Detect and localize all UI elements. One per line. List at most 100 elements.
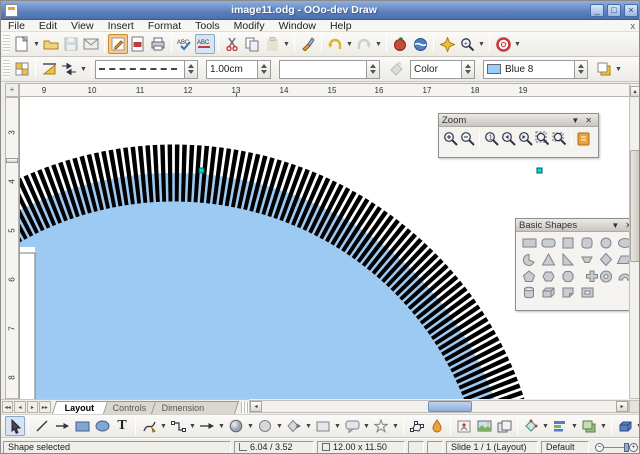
line-color-stepper[interactable] [367,60,380,79]
zoom-panel-titlebar[interactable]: Zoom ▼ ✕ [439,114,598,127]
3d-objects-dropdown-icon[interactable]: ▼ [246,416,255,436]
stars-dropdown-icon[interactable]: ▼ [391,416,400,436]
edit-file-icon[interactable] [108,34,128,54]
line-width-stepper[interactable] [258,60,271,79]
toolbar-options-icon[interactable]: ▼ [513,34,522,54]
fill-color-select[interactable]: Blue 8 [483,60,575,79]
glue-points-icon[interactable] [427,416,447,436]
flowchart-icon[interactable] [313,416,333,436]
line-arrow-end-icon[interactable] [52,416,72,436]
format-paintbrush-icon[interactable] [298,34,318,54]
copy-icon[interactable] [242,34,262,54]
line-width-input[interactable]: 1.00cm [206,60,258,79]
save-icon[interactable] [61,34,81,54]
from-file-icon[interactable] [474,416,494,436]
arrange-dropdown-icon[interactable]: ▼ [599,416,608,436]
selection-handle-right[interactable] [537,168,542,173]
title-bar[interactable]: image11.odg - OOo-dev Draw _ □ × [1,1,640,20]
arrow-style-dropdown-icon[interactable]: ▼ [79,59,88,79]
menu-edit[interactable]: Edit [32,20,64,32]
menu-help[interactable]: Help [323,20,359,32]
symbol-shapes-dropdown-icon[interactable]: ▼ [304,416,313,436]
alignment-dropdown-icon[interactable]: ▼ [570,416,579,436]
vertical-scrollbar[interactable]: ▴ ▾ [629,83,640,399]
lines-and-arrows-icon[interactable] [197,416,217,436]
redo-dropdown-icon[interactable]: ▼ [374,34,383,54]
vruler-handle[interactable] [6,158,18,163]
extrusion-icon[interactable] [615,416,635,436]
ellipse-icon[interactable] [92,416,112,436]
toolbar-grip[interactable] [3,35,10,53]
cut-icon[interactable] [222,34,242,54]
previous-slide-icon[interactable]: ◂ [14,401,25,413]
arrow-style-icon[interactable] [59,59,79,79]
horizontal-scroll-thumb[interactable] [428,401,472,412]
line-color-select[interactable] [279,60,367,79]
basic-shapes-dropdown-icon[interactable]: ▼ [275,416,284,436]
zoom-panel-dropdown-icon[interactable]: ▼ [568,116,582,125]
shadow-icon[interactable] [594,59,614,79]
3d-objects-icon[interactable] [226,416,246,436]
vertical-scroll-thumb[interactable] [630,150,640,262]
first-slide-icon[interactable]: ◂◂ [2,401,13,413]
edit-points-icon[interactable] [407,416,427,436]
next-slide-icon[interactable]: ▸ [27,401,38,413]
undo-dropdown-icon[interactable]: ▼ [345,34,354,54]
select-icon[interactable] [5,416,25,436]
text-icon[interactable]: T [112,416,132,436]
connector-icon[interactable] [168,416,188,436]
undo-icon[interactable] [325,34,345,54]
line-dialog-icon[interactable] [39,59,59,79]
horizontal-scrollbar[interactable]: ◂ ▸ [249,400,629,413]
gallery-icon[interactable] [390,34,410,54]
minimize-button[interactable]: _ [590,4,604,17]
callouts-dropdown-icon[interactable]: ▼ [362,416,371,436]
document-close-icon[interactable]: x [631,21,636,31]
tab-dimension-lines[interactable]: Dimension Lines [151,401,240,414]
menu-tools[interactable]: Tools [188,20,227,32]
menu-format[interactable]: Format [141,20,188,32]
last-slide-icon[interactable]: ▸▸ [39,401,50,413]
lines-arrows-dropdown-icon[interactable]: ▼ [217,416,226,436]
paste-dropdown-icon[interactable]: ▼ [282,34,291,54]
basic-shapes-icon[interactable] [255,416,275,436]
selection-handle-left[interactable] [199,168,204,173]
tab-splitter[interactable] [241,402,249,413]
zoom-100-icon[interactable]: 1 [483,131,500,148]
basic-shapes-panel[interactable]: Basic Shapes ▼ ✕ [515,218,639,311]
zoom-object-icon[interactable] [575,131,592,148]
symbol-shapes-icon[interactable] [284,416,304,436]
tab-layout[interactable]: Layout [52,401,108,414]
new-dropdown-icon[interactable]: ▼ [32,34,41,54]
email-document-icon[interactable] [81,34,101,54]
zoom-dropdown-icon[interactable]: ▼ [477,34,486,54]
zoom-previous-icon[interactable] [500,131,517,148]
open-icon[interactable] [41,34,61,54]
zoom-in-icon[interactable] [442,131,459,148]
scroll-up-icon[interactable]: ▴ [630,86,640,97]
zoom-slider[interactable]: − + [595,443,638,452]
connector-dropdown-icon[interactable]: ▼ [188,416,197,436]
curve-icon[interactable] [139,416,159,436]
menu-modify[interactable]: Modify [227,20,272,32]
paste-icon[interactable] [262,34,282,54]
zoom-out-icon[interactable] [459,131,476,148]
menu-file[interactable]: File [1,20,32,32]
toolbar-options-icon[interactable]: ▼ [614,59,623,79]
hyperlink-icon[interactable] [410,34,430,54]
line-style-select[interactable] [95,60,185,79]
stars-icon[interactable] [371,416,391,436]
zoom-panel[interactable]: Zoom ▼ ✕ 1 [438,113,599,158]
alignment-icon[interactable] [550,416,570,436]
spellcheck-icon[interactable]: ABC [175,34,195,54]
zoom-panel-close-icon[interactable]: ✕ [582,116,595,125]
curve-dropdown-icon[interactable]: ▼ [159,416,168,436]
menu-window[interactable]: Window [272,20,323,32]
basic-shapes-grid[interactable] [520,235,634,305]
new-document-icon[interactable] [12,34,32,54]
toolbar-options-icon[interactable]: ▼ [635,416,640,436]
scroll-left-icon[interactable]: ◂ [250,401,262,412]
vertical-ruler[interactable]: 3 4 5 6 7 8 [5,97,19,399]
line-icon[interactable] [32,416,52,436]
fill-type-stepper[interactable] [462,60,475,79]
